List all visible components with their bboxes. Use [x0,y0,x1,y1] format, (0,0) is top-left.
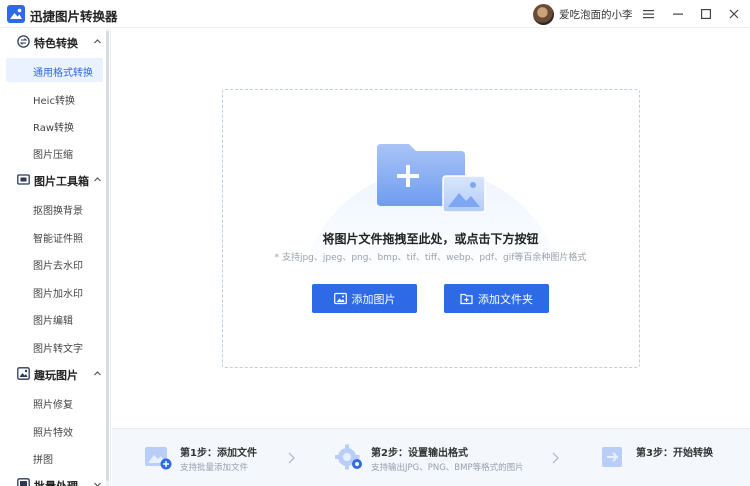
menu-button[interactable] [637,4,659,24]
user-name[interactable]: 爱吃泡面的小李 [559,7,633,22]
chevron-down-icon [94,482,101,486]
sidebar-item-label: 照片特效 [33,428,73,439]
sidebar-group-batch[interactable]: 批量处理 [0,474,110,486]
steps-bar: 第1步：添加文件 支持批量添加文件 第2步：设置输出格式 支持输出JPG、PNG… [112,428,750,486]
sidebar-item-add-watermark[interactable]: 图片加水印 [6,279,103,303]
dropzone-title: 将图片文件拖拽至此处，或点击下方按钮 [322,232,539,246]
add-folder-label: 添加文件夹 [478,292,533,306]
app-title: 迅捷图片转换器 [30,9,118,24]
sidebar-item-compress[interactable]: 图片压缩 [6,140,103,164]
settings-step-icon [335,444,362,470]
sidebar-item-heic[interactable]: Heic转换 [6,86,103,110]
sidebar-group-toolbox[interactable]: 图片工具箱 [0,169,110,191]
step-2: 第2步：设置输出格式 支持输出JPG、PNG、BMP等格式的图片 [335,441,535,477]
sidebar-item-label: Heic转换 [33,96,75,107]
title-bar: 迅捷图片转换器 爱吃泡面的小李 [0,0,750,28]
maximize-button[interactable] [695,4,717,24]
supported-formats-text: * 支持jpg、jpeg、png、bmp、tif、tiff、webp、pdf、g… [274,253,587,263]
file-drop-zone[interactable]: 将图片文件拖拽至此处，或点击下方按钮 * 支持jpg、jpeg、png、bmp、… [222,89,640,368]
sidebar-item-id-photo[interactable]: 智能证件照 [6,224,103,248]
toolbox-icon [17,174,30,185]
close-icon [729,9,739,19]
add-folder-button[interactable]: 添加文件夹 [444,284,549,313]
chevron-up-icon [94,39,101,44]
sidebar-item-edit[interactable]: 图片编辑 [6,306,103,330]
fun-image-icon [17,367,30,380]
sidebar-item-label: 照片修复 [33,400,73,411]
close-button[interactable] [723,4,745,24]
minimize-icon [673,13,683,15]
sidebar-group-label: 图片工具箱 [34,175,89,188]
maximize-icon [701,9,711,19]
sidebar-item-photo-effects[interactable]: 照片特效 [6,418,103,442]
sidebar-item-label: 通用格式转换 [33,68,93,79]
sidebar-item-general-format[interactable]: 通用格式转换 [6,58,103,82]
sidebar-group-label: 特色转换 [34,37,78,50]
sidebar-item-cutout[interactable]: 抠图换背景 [6,196,103,220]
sidebar-item-collage[interactable]: 拼图 [6,445,103,469]
sidebar-item-raw[interactable]: Raw转换 [6,113,103,137]
step-3: 第3步：开始转换 [600,441,740,477]
step-1: 第1步：添加文件 支持批量添加文件 [144,441,304,477]
minimize-button[interactable] [667,4,689,24]
convert-step-icon [602,447,622,467]
sidebar-item-label: 抠图换背景 [33,206,83,217]
step-title: 第2步：设置输出格式 [371,448,468,459]
add-file-step-icon [145,447,172,470]
convert-icon [17,35,30,48]
main-content: 将图片文件拖拽至此处，或点击下方按钮 * 支持jpg、jpeg、png、bmp、… [112,29,750,486]
image-icon [333,292,347,305]
step-title: 第1步：添加文件 [180,448,257,459]
sidebar-item-remove-watermark[interactable]: 图片去水印 [6,251,103,275]
chevron-right-icon [288,452,295,464]
sidebar-item-label: 图片转文字 [33,344,83,355]
sidebar-item-photo-repair[interactable]: 照片修复 [6,390,103,414]
add-image-button[interactable]: 添加图片 [312,284,417,313]
sidebar: 特色转换 通用格式转换 Heic转换 Raw转换 图片压缩 图片工具箱 抠图换背… [0,29,111,486]
sidebar-group-fun[interactable]: 趣玩图片 [0,363,110,385]
sidebar-item-label: 图片去水印 [33,261,83,272]
sidebar-group-feature-convert[interactable]: 特色转换 [0,31,110,53]
sidebar-item-ocr[interactable]: 图片转文字 [6,334,103,358]
step-desc: 支持批量添加文件 [180,463,249,473]
chevron-right-icon [552,452,559,464]
user-avatar[interactable] [533,4,554,25]
chevron-up-icon [94,371,101,376]
sidebar-scrollbar[interactable] [106,29,109,486]
scrollbar-thumb[interactable] [106,31,109,481]
chevron-up-icon [94,177,101,182]
sidebar-item-label: 图片加水印 [33,289,83,300]
sidebar-item-label: 智能证件照 [33,234,83,245]
hamburger-icon [642,10,654,19]
sidebar-item-label: 拼图 [33,455,53,466]
folder-plus-icon [460,293,473,305]
batch-icon [17,478,30,486]
add-image-label: 添加图片 [351,292,396,306]
sidebar-group-label: 趣玩图片 [34,369,78,382]
app-logo-icon [7,5,25,23]
add-folder-illustration-icon [377,144,486,213]
sidebar-group-label: 批量处理 [34,478,78,486]
sidebar-item-label: Raw转换 [33,123,75,134]
step-desc: 支持输出JPG、PNG、BMP等格式的图片 [371,463,524,473]
sidebar-item-label: 图片压缩 [33,150,73,161]
step-title: 第3步：开始转换 [636,448,713,459]
sidebar-item-label: 图片编辑 [33,316,73,327]
